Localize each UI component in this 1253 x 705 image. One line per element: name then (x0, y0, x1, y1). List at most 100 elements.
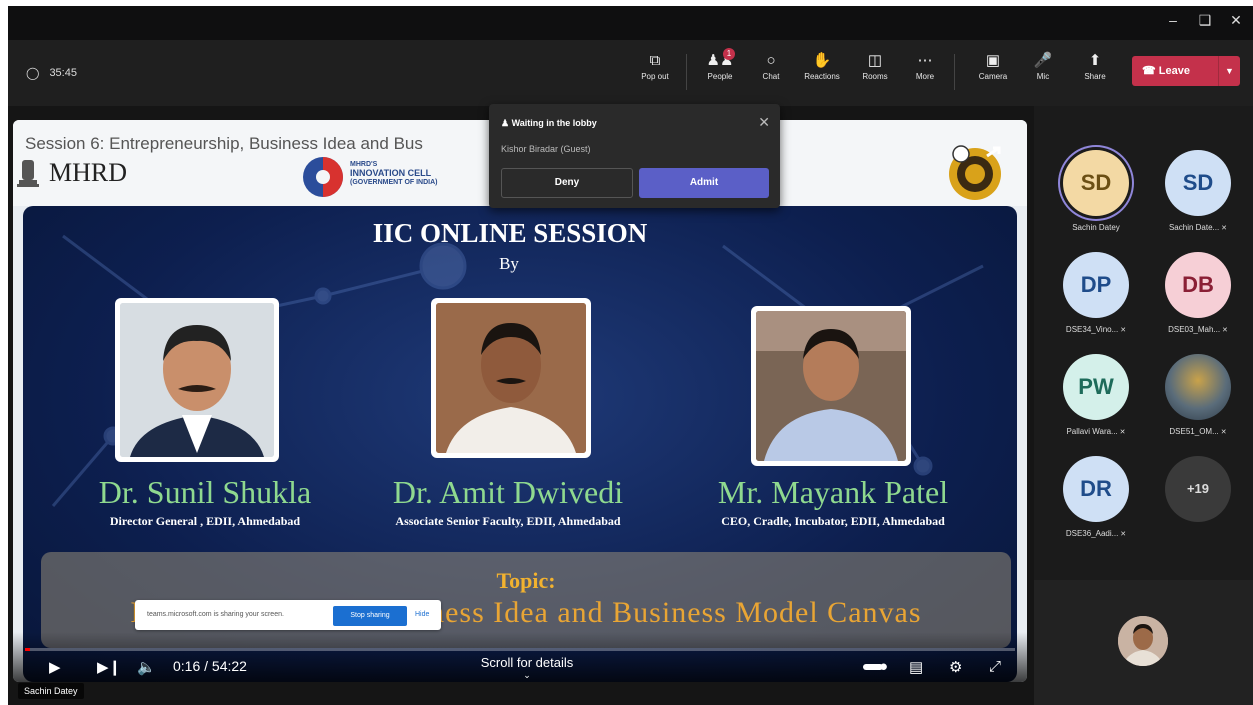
toolbar-divider (954, 54, 955, 90)
mic-off-icon: ✕ (1117, 429, 1126, 436)
participant-tile[interactable]: +19 (1148, 450, 1248, 548)
participant-tile[interactable]: DSE51_OM... ✕ (1148, 348, 1248, 446)
leave-button[interactable]: ☎ Leave ▼ (1132, 56, 1240, 86)
mic-off-icon: ✕ (1219, 225, 1228, 232)
more-button[interactable]: ⋯ More (902, 50, 948, 94)
hide-link[interactable]: Hide (415, 611, 429, 618)
participant-tile[interactable]: PW Pallavi Wara... ✕ (1046, 348, 1146, 446)
participant-avatar: DB (1165, 252, 1231, 318)
chat-button[interactable]: ○ Chat (748, 50, 794, 94)
people-label: People (707, 72, 733, 81)
participant-avatar: DP (1063, 252, 1129, 318)
self-avatar (1118, 616, 1168, 666)
shield-icon: ◯ (26, 66, 40, 80)
minimize-icon[interactable]: – (1158, 12, 1188, 28)
chat-label: Chat (762, 72, 780, 81)
slide-by: By (499, 254, 519, 273)
deny-button[interactable]: Deny (501, 168, 633, 198)
more-icon: ⋯ (917, 52, 933, 69)
session-title: Session 6: Entrepreneurship, Business Id… (25, 134, 423, 153)
camera-off-icon: ▣ (985, 52, 1001, 69)
reactions-label: Reactions (804, 72, 840, 81)
camera-label: Camera (978, 72, 1008, 81)
iic-line-2: INNOVATION CELL (350, 168, 432, 178)
fullscreen-exit-icon[interactable]: ⤢ (989, 658, 1001, 675)
camera-button[interactable]: ▣ Camera (970, 50, 1016, 94)
restore-icon[interactable]: ❑ (1190, 12, 1220, 29)
popout-label: Pop out (641, 72, 669, 81)
participant-name: Pallavi Wara... ✕ (1066, 427, 1126, 436)
close-icon[interactable]: ✕ (758, 114, 770, 131)
share-label: Share (1084, 72, 1106, 81)
brain-gear-icon (303, 157, 343, 197)
speaker-role: Director General , EDII, Ahmedabad (109, 514, 301, 528)
meeting-toolbar: ◯ 35:45 ⧉ Pop out ♟♟ 1 People ○ Chat ✋ R… (8, 40, 1253, 106)
self-portrait (1118, 616, 1168, 666)
reactions-button[interactable]: ✋ Reactions (799, 50, 845, 94)
mic-button[interactable]: 🎤 Mic (1020, 50, 1066, 94)
iic-line-3: (GOVERNMENT OF INDIA) (350, 179, 438, 186)
chevron-down-icon[interactable]: ▼ (1218, 56, 1240, 86)
chat-icon: ○ (766, 52, 776, 69)
mic-off-icon: ✕ (1218, 429, 1227, 436)
autoplay-icon[interactable]: ● (879, 658, 888, 675)
play-icon[interactable]: ▶ (49, 658, 61, 676)
people-icon: ♟♟ (706, 52, 734, 69)
share-message: teams.microsoft.com is sharing your scre… (147, 611, 284, 618)
participant-tile[interactable]: SD Sachin Date... ✕ (1148, 144, 1248, 242)
mhrd-logo: MHRD (17, 158, 128, 188)
participant-avatar: SD (1063, 150, 1129, 216)
presenter-name-tag: Sachin Datey (18, 683, 84, 699)
participant-tile[interactable]: DP DSE34_Vino... ✕ (1046, 246, 1146, 344)
participant-name: DSE03_Mah... ✕ (1168, 325, 1228, 334)
participant-avatar: SD (1165, 150, 1231, 216)
rooms-button[interactable]: ◫ Rooms (852, 50, 898, 94)
speaker-photo (431, 298, 591, 458)
participant-tile[interactable]: DR DSE36_Aadi... ✕ (1046, 450, 1146, 548)
aicte-logo (949, 145, 1001, 200)
speaker-photo (751, 306, 911, 466)
speaker-role: CEO, Cradle, Incubator, EDII, Ahmedabad (721, 514, 945, 528)
chevron-down-icon: ⌄ (523, 670, 531, 680)
meeting-timer: ◯ 35:45 (26, 66, 77, 80)
mic-label: Mic (1036, 72, 1050, 81)
speaker-name: Dr. Sunil Shukla (98, 474, 312, 510)
video-timecode: 0:16 / 54:22 (173, 658, 247, 674)
scroll-for-details[interactable]: Scroll for details ⌄ (473, 655, 581, 681)
scroll-hint-text: Scroll for details (480, 655, 574, 670)
admit-button[interactable]: Admit (639, 168, 769, 198)
next-icon[interactable]: ▶❙ (97, 658, 121, 676)
subtitles-icon[interactable]: ▤ (909, 658, 923, 676)
popout-button[interactable]: ⧉ Pop out (632, 50, 678, 94)
participants-panel: SD Sachin Datey SD Sachin Date... ✕ DP DSE34_… (1034, 106, 1253, 578)
settings-icon[interactable]: ⚙ (949, 658, 962, 676)
mic-off-icon: ✕ (1118, 327, 1127, 334)
participant-name: DSE51_OM... ✕ (1169, 427, 1227, 436)
share-icon: ⬆ (1088, 52, 1102, 69)
timer-text: 35:45 (49, 67, 77, 79)
participant-tile[interactable]: DB DSE03_Mah... ✕ (1148, 246, 1248, 344)
participant-name: DSE34_Vino... ✕ (1065, 325, 1127, 334)
people-button[interactable]: ♟♟ 1 People (697, 48, 743, 94)
participant-tile[interactable]: SD Sachin Datey (1046, 144, 1146, 242)
volume-icon[interactable]: 🔈 (137, 658, 156, 676)
innovation-cell-logo: MHRD'S INNOVATION CELL (GOVERNMENT OF IN… (298, 152, 468, 202)
speaker-name: Dr. Amit Dwivedi (392, 474, 624, 510)
mhrd-text: MHRD (49, 158, 128, 187)
share-button[interactable]: ⬆ Share (1072, 50, 1118, 94)
progress-fill (25, 648, 30, 651)
mic-off-icon: 🎤 (1033, 52, 1053, 69)
teams-meeting-window: – ❑ ✕ ◯ 35:45 ⧉ Pop out ♟♟ 1 People ○ Ch… (8, 6, 1253, 705)
lobby-title: Waiting in the lobby (511, 118, 597, 128)
topic-label: Topic: (496, 568, 556, 593)
lobby-header: ♟ Waiting in the lobby (501, 118, 597, 129)
screen-share-banner: teams.microsoft.com is sharing your scre… (135, 600, 441, 630)
progress-bar[interactable] (25, 648, 1015, 651)
self-view[interactable] (1034, 580, 1253, 705)
stop-sharing-button[interactable]: Stop sharing (333, 606, 407, 626)
innovation-cell-text: MHRD'S INNOVATION CELL (GOVERNMENT OF IN… (350, 160, 438, 187)
leave-text: Leave (1158, 65, 1190, 77)
rooms-icon: ◫ (867, 52, 883, 69)
lobby-notification: ♟ Waiting in the lobby ✕ Kishor Biradar … (489, 104, 780, 208)
close-icon[interactable]: ✕ (1221, 12, 1251, 29)
